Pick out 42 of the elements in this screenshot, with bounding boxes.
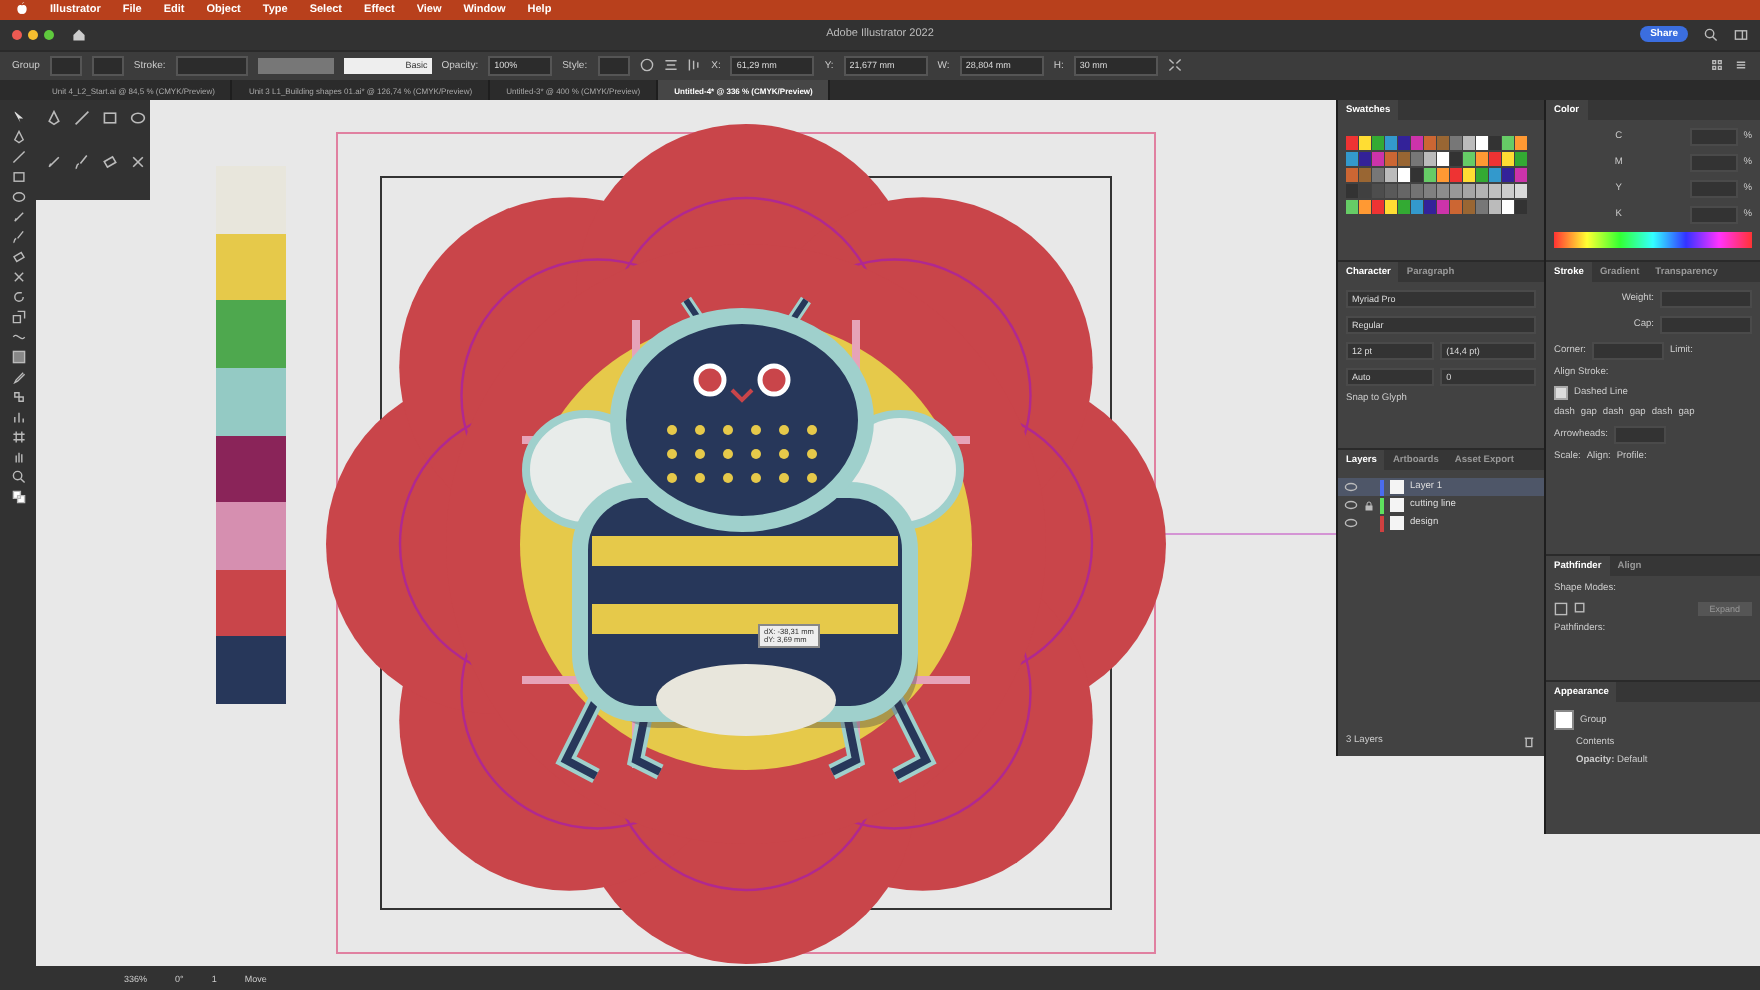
blend-icon[interactable] <box>11 390 25 405</box>
color-spectrum[interactable] <box>1554 232 1752 249</box>
layout-icon[interactable] <box>1734 27 1748 42</box>
stroke-weight-field[interactable] <box>175 55 248 76</box>
align-icon[interactable] <box>663 58 678 73</box>
minus-front-icon[interactable] <box>1574 602 1588 617</box>
rectangle-icon[interactable] <box>102 110 118 127</box>
lock-icon[interactable] <box>1364 499 1374 512</box>
minimize-icon[interactable] <box>28 29 38 40</box>
pen-icon[interactable] <box>46 110 62 127</box>
ellipse-icon[interactable] <box>130 110 146 127</box>
scale-icon[interactable] <box>11 310 25 325</box>
appearance-thumbnail <box>1554 710 1574 731</box>
brush-icon[interactable] <box>74 154 90 171</box>
pencil-icon[interactable] <box>46 154 62 171</box>
line-icon[interactable] <box>74 110 90 127</box>
warp-icon[interactable] <box>11 330 25 345</box>
trash-icon[interactable] <box>1522 734 1536 749</box>
rotate-icon[interactable] <box>11 290 25 305</box>
search-icon[interactable] <box>1704 27 1718 42</box>
graph-icon[interactable] <box>11 410 25 425</box>
artboard-icon[interactable] <box>11 430 25 445</box>
selection-arrow-icon[interactable] <box>11 110 25 125</box>
menu-icon[interactable] <box>1734 58 1748 73</box>
apple-logo-icon[interactable] <box>16 2 28 17</box>
eyedropper-icon[interactable] <box>11 370 25 385</box>
ellipse-icon[interactable] <box>11 190 25 205</box>
pen-icon[interactable] <box>11 130 25 145</box>
rectangle-icon[interactable] <box>11 170 25 185</box>
home-icon[interactable] <box>72 27 86 42</box>
grid-icon[interactable] <box>1710 58 1724 73</box>
dashed-line-checkbox[interactable] <box>1554 386 1568 401</box>
unite-icon[interactable] <box>1554 602 1568 617</box>
brush-icon[interactable] <box>11 230 25 245</box>
pencil-icon[interactable] <box>11 210 25 225</box>
align-icon[interactable] <box>687 58 702 73</box>
variable-width-profile[interactable] <box>257 57 334 74</box>
maximize-icon[interactable] <box>44 29 54 40</box>
fill-stroke-icon[interactable] <box>11 490 25 505</box>
zoom-icon[interactable] <box>11 470 25 485</box>
line-icon[interactable] <box>11 150 25 165</box>
close-icon[interactable] <box>12 29 22 40</box>
